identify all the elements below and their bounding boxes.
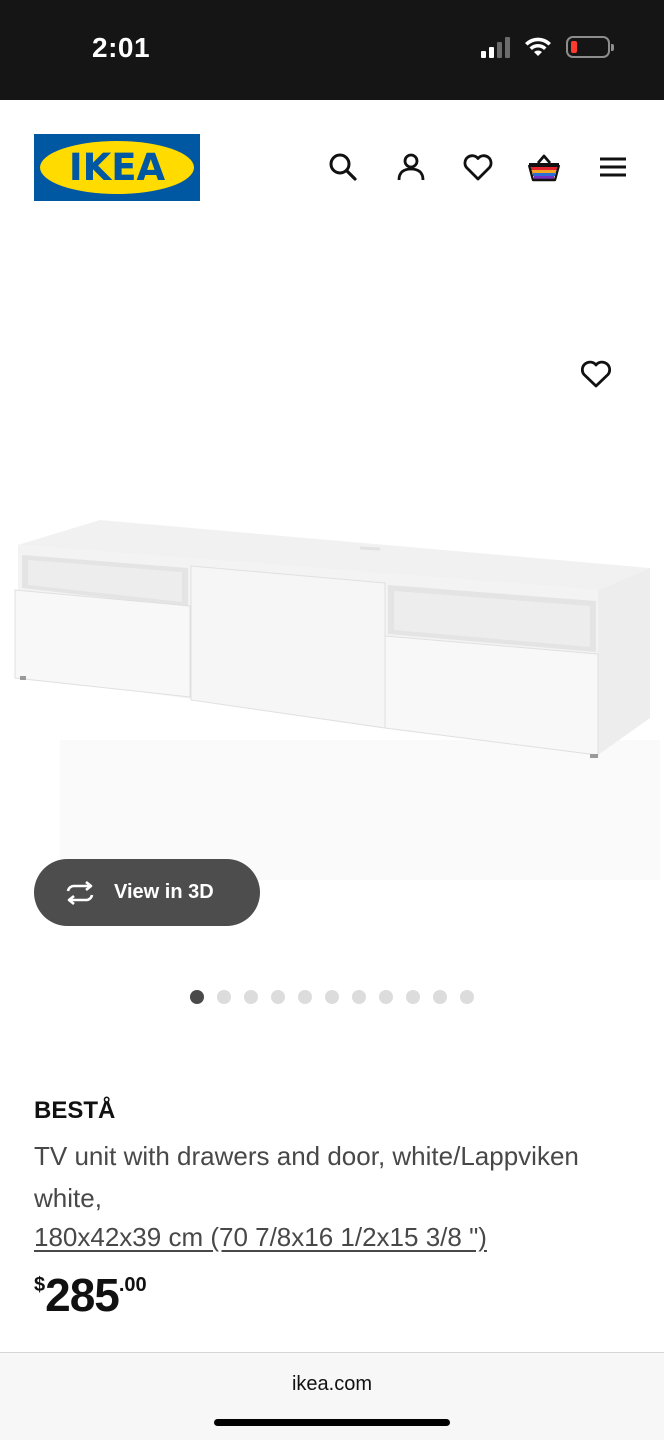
- ikea-logo[interactable]: IKEA ®: [34, 134, 200, 201]
- product-description: TV unit with drawers and door, white/Lap…: [34, 1141, 579, 1213]
- browser-address-bar: ikea.com: [0, 1352, 664, 1440]
- status-time: 2:01: [92, 32, 151, 63]
- favorite-heart-icon[interactable]: [578, 356, 614, 392]
- carousel-dot[interactable]: [352, 990, 366, 1004]
- rotate-3d-icon: [66, 880, 94, 905]
- product-image[interactable]: [0, 230, 664, 950]
- cellular-signal-icon: [481, 36, 510, 58]
- view-in-3d-label: View in 3D: [114, 881, 214, 903]
- carousel-dot[interactable]: [244, 990, 258, 1004]
- account-icon[interactable]: [394, 150, 428, 184]
- battery-low-icon: [566, 36, 614, 58]
- image-carousel-dots: [190, 990, 474, 1004]
- logo-text: IKEA: [68, 146, 166, 189]
- carousel-dot[interactable]: [379, 990, 393, 1004]
- heart-icon[interactable]: [461, 150, 495, 184]
- home-indicator[interactable]: [214, 1419, 450, 1426]
- product-price: $ 285 .00: [34, 1268, 147, 1324]
- price-decimal: .00: [118, 1274, 147, 1296]
- wifi-icon: [525, 37, 551, 56]
- view-in-3d-button[interactable]: View in 3D: [34, 859, 260, 926]
- shopping-bag-icon[interactable]: [527, 150, 561, 184]
- product-size-link[interactable]: 180x42x39 cm (70 7/8x16 1/2x15 3/8 "): [34, 1219, 487, 1255]
- carousel-dot[interactable]: [433, 990, 447, 1004]
- logo-registered-mark: ®: [183, 145, 192, 155]
- carousel-dot[interactable]: [406, 990, 420, 1004]
- carousel-dot[interactable]: [271, 990, 285, 1004]
- product-name: BESTÅ: [34, 1097, 116, 1124]
- carousel-dot[interactable]: [217, 990, 231, 1004]
- site-header: IKEA ®: [0, 100, 664, 230]
- carousel-dot[interactable]: [298, 990, 312, 1004]
- carousel-dot[interactable]: [325, 990, 339, 1004]
- price-integer: 285: [45, 1269, 120, 1321]
- price-currency: $: [34, 1274, 46, 1296]
- search-icon[interactable]: [326, 150, 360, 184]
- menu-icon[interactable]: [596, 150, 630, 184]
- status-bar: 2:01: [0, 0, 664, 100]
- status-icons: [481, 36, 614, 58]
- browser-url[interactable]: ikea.com: [0, 1373, 664, 1396]
- carousel-dot[interactable]: [460, 990, 474, 1004]
- carousel-dot[interactable]: [190, 990, 204, 1004]
